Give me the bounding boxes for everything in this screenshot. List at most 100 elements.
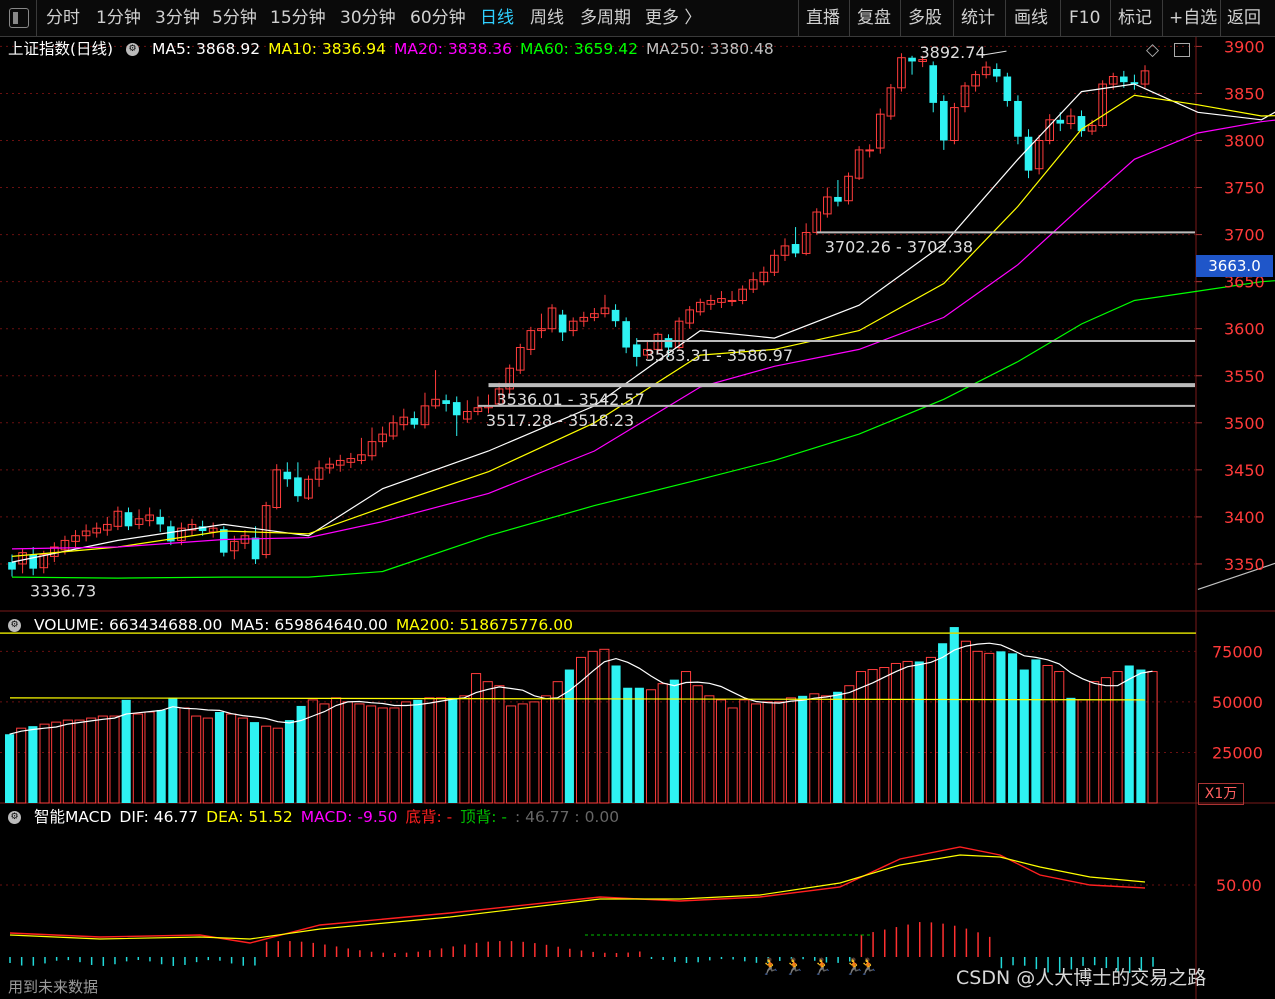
volume-bar [74,719,85,804]
volume-bar [785,697,797,804]
volume-bar [925,656,936,804]
volume-bar [949,627,959,803]
volume-bar [798,695,808,803]
candle-body [727,299,737,302]
candle-body [632,344,641,357]
macd-lines: 🏃 🏃 🏃 🏃🏃 [9,846,1154,976]
chart-toggle-icon[interactable] [9,8,29,28]
volume-bar [366,705,377,804]
volume-bar [1008,653,1018,803]
period-tab-5[interactable]: 30分钟 [340,0,396,36]
period-tab-8[interactable]: 周线 [530,0,564,36]
volume-bar [938,643,948,803]
volume-bar [1100,677,1111,804]
price-tick-label: 3800 [1224,132,1265,151]
volume-bar [249,722,260,803]
settings-icon[interactable]: ⚙ [126,43,140,56]
panel-toggle-icon[interactable] [1174,43,1190,57]
toolbar-button-2[interactable]: 多股 [908,0,942,36]
volume-bar [156,709,166,803]
period-tab-6[interactable]: 60分钟 [410,0,466,36]
toolbar-button-6[interactable]: 标记 [1118,0,1152,36]
volume-bar [739,699,750,804]
volume-bar [914,661,924,803]
volume-label-0: VOLUME: 663434688.00 [33,616,223,634]
volume-bar [1147,671,1158,804]
volume-settings-icon[interactable]: ⚙ [8,619,21,632]
current-price-tag: 3663.0 [1196,255,1273,277]
volume-bar [342,701,353,804]
toolbar-button-4[interactable]: 画线 [1014,0,1048,36]
toolbar-button-8[interactable]: 返回 [1227,0,1261,36]
volume-bar [144,711,155,804]
volume-unit-badge[interactable]: X1万 [1198,783,1244,805]
macd-label-3: MACD: -9.50 [300,808,398,826]
volume-bar [541,695,552,804]
volume-bar [413,699,423,803]
volume-bar [1077,699,1088,804]
candle-body [283,471,292,480]
main-chart[interactable]: 🏃 🏃 🏃 🏃🏃 3900385038003750370036503600355035… [0,37,1275,999]
volume-bar [657,683,668,804]
volume-bar [715,699,727,804]
candle-body [558,314,567,333]
volume-bar [611,665,621,803]
volume-bar [1112,671,1123,804]
price-tick-label: 3450 [1224,461,1265,480]
volume-bar [750,703,762,804]
volume-bar [855,671,867,804]
volume-bar [867,669,878,804]
volume-bar [692,685,703,804]
runner-icon: 🏃 [858,957,878,976]
candle-body [1024,136,1033,171]
volume-header: ⚙ VOLUME: 663434688.00 MA5: 659864640.00 M… [8,613,589,637]
diamond-icon[interactable]: ◇ [1146,40,1159,60]
candle-body [294,477,302,497]
runner-icon: 🏃 [784,957,804,976]
period-tab-1[interactable]: 1分钟 [96,0,141,36]
price-tick-label: 3850 [1224,84,1265,103]
ma-line-MA20 [11,119,1275,550]
volume-bar [727,707,738,804]
period-tab-3[interactable]: 5分钟 [212,0,257,36]
candle-body [865,149,875,152]
period-tab-2[interactable]: 3分钟 [155,0,200,36]
candle-body [940,100,948,141]
macd-label-4: 底背: - [405,808,453,826]
candle-body [1120,76,1128,83]
volume-bar [132,713,143,804]
volume-bar [86,717,97,804]
toolbar-button-1[interactable]: 复盘 [857,0,891,36]
volume-bar [284,720,295,803]
toolbar-button-0[interactable]: 直播 [806,0,840,36]
period-tab-4[interactable]: 15分钟 [270,0,326,36]
period-tab-7[interactable]: 日线 [480,0,514,36]
candle-body [992,68,1001,77]
period-tab-0[interactable]: 分时 [46,0,80,36]
macd-label-1: DIF: 46.77 [119,808,199,826]
volume-bar [1124,665,1134,803]
volume-ma5-line [9,642,1153,735]
price-tick-label: 3500 [1224,414,1265,433]
volume-bar [237,717,248,804]
volume-bar [844,685,855,804]
toolbar-button-7[interactable]: +自选 [1169,0,1217,36]
macd-settings-icon[interactable]: ⚙ [8,811,21,824]
toolbar-button-5[interactable]: F10 [1069,0,1100,36]
volume-bar [191,715,202,804]
volume-tick-label: 50000 [1212,693,1263,712]
toolbar-button-3[interactable]: 统计 [961,0,995,36]
volume-bar [202,717,213,804]
price-tick-label: 3400 [1224,508,1265,527]
period-toolbar: 分时 1分钟 3分钟 5分钟 15分钟 30分钟 60分钟 日线 周线 多周期 更多 〉 直播 复盘多… [0,0,1275,37]
volume-bar [62,719,73,804]
ma-label-0: MA5: 3868.92 [151,40,261,58]
ma-line-MA10 [11,94,1275,557]
volume-bar [1042,664,1053,804]
period-tab-10[interactable]: 更多 〉 [645,0,701,36]
volume-bars [0,627,1196,804]
period-tab-9[interactable]: 多周期 [580,0,631,36]
candle-body [1003,76,1012,101]
volume-bar [645,689,657,804]
volume-bar [680,671,692,804]
